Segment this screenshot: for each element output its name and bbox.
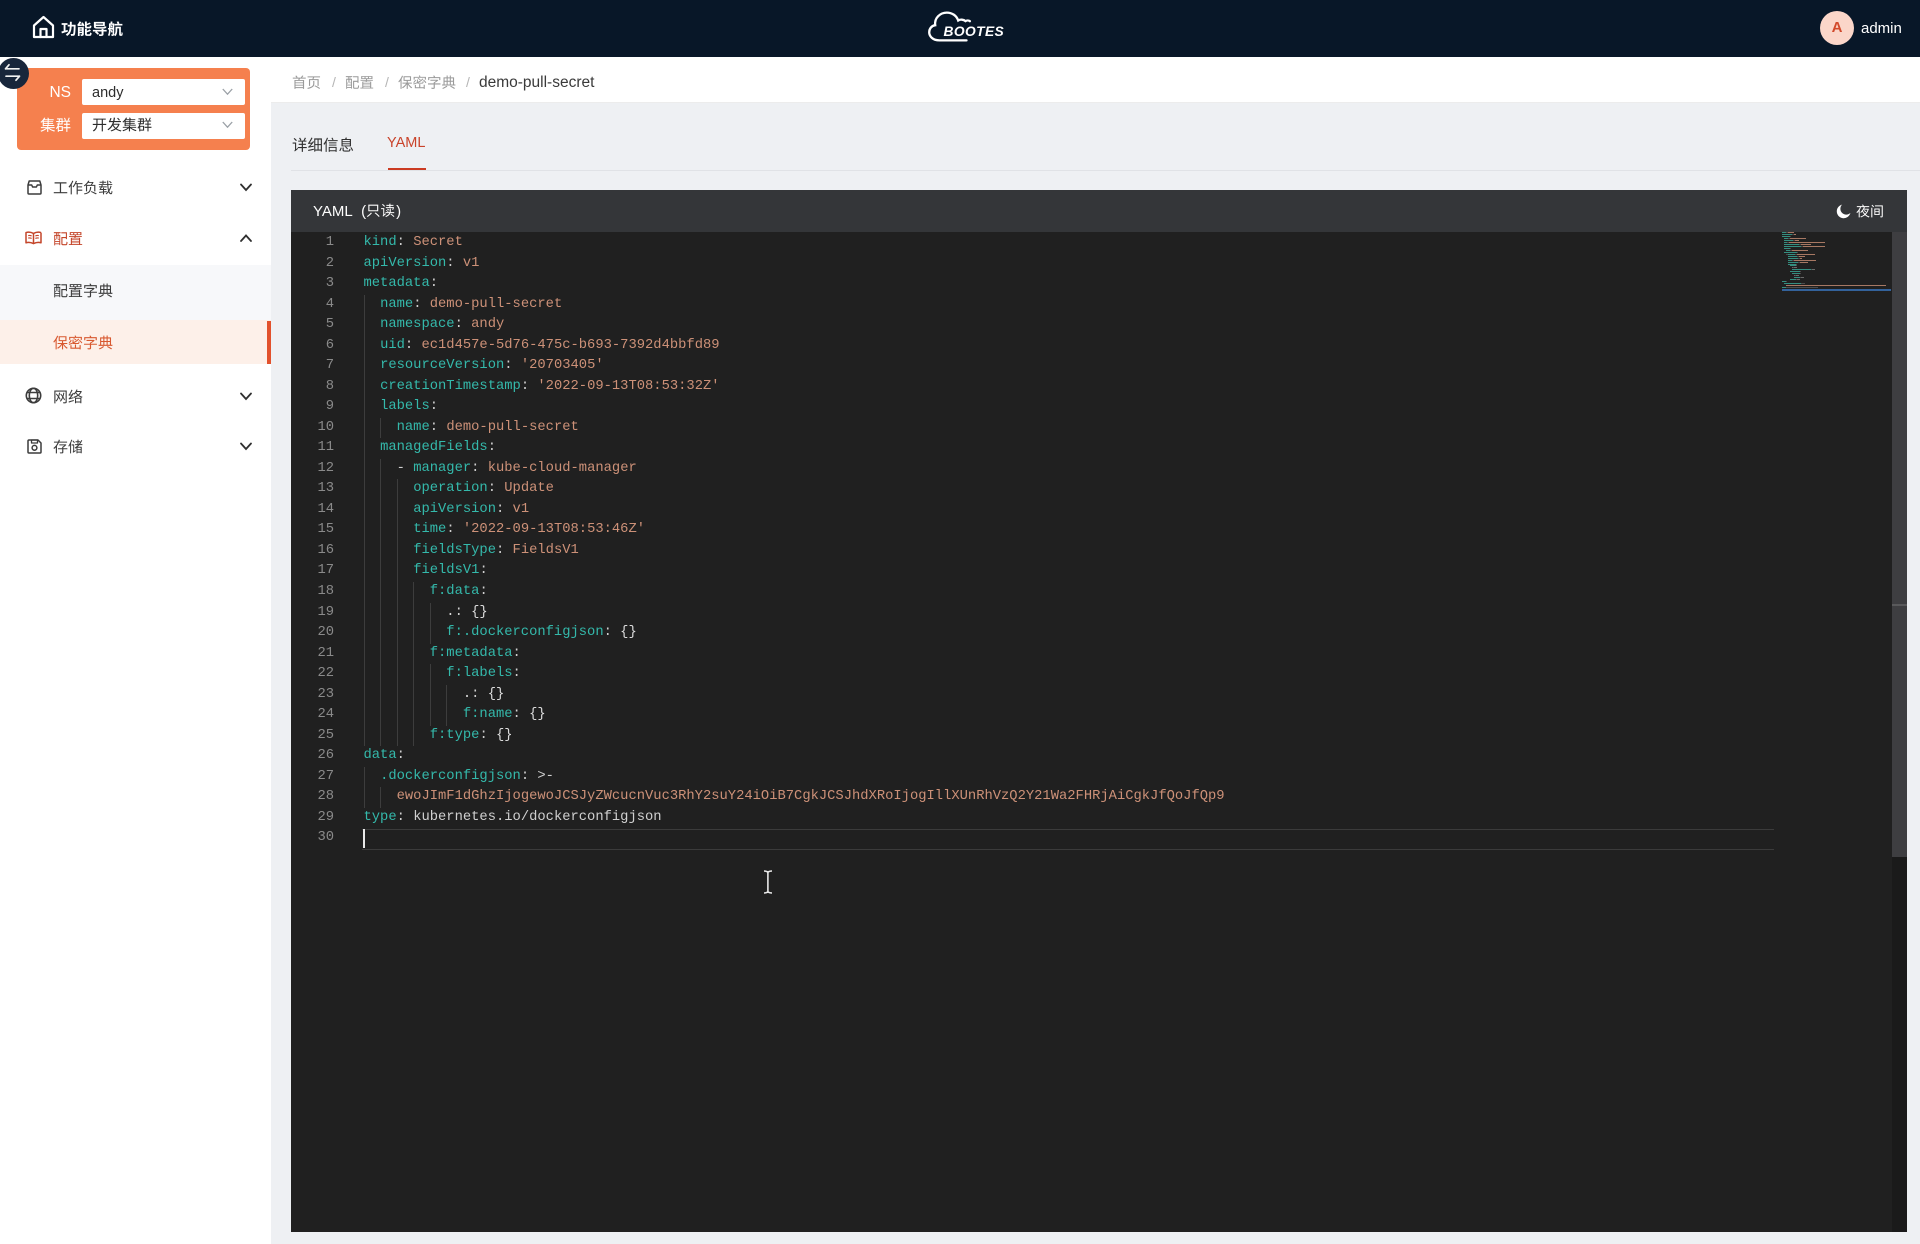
svg-text:BOOTES: BOOTES xyxy=(944,24,1005,39)
